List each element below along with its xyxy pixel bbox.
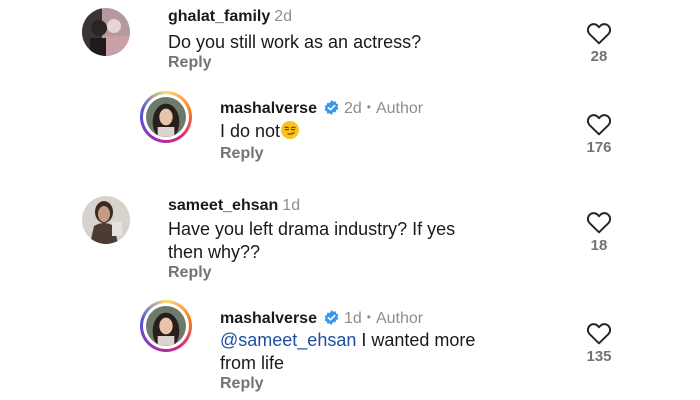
- comment-text-content: I do not: [220, 121, 281, 141]
- reply-button[interactable]: Reply: [220, 374, 264, 394]
- username[interactable]: sameet_ehsan: [168, 197, 278, 214]
- heart-outline-icon[interactable]: [586, 21, 612, 45]
- avatar-photo: [82, 196, 130, 244]
- verified-badge-icon: [324, 100, 339, 115]
- like-count: 176: [586, 139, 612, 156]
- author-badge: Author: [375, 310, 424, 327]
- reply-button[interactable]: Reply: [168, 263, 212, 283]
- like-control: 18: [579, 210, 619, 254]
- separator-dot: •: [366, 100, 371, 114]
- like-count: 28: [590, 48, 608, 65]
- smirking-face-emoji: [281, 121, 300, 139]
- timestamp: 2d: [343, 100, 362, 117]
- comment-text: I do not: [220, 120, 590, 143]
- separator-dot: •: [366, 310, 371, 324]
- comment-text: Have you left drama industry? If yes the…: [168, 218, 538, 264]
- avatar[interactable]: [140, 300, 192, 352]
- comment-meta: mashalverse 1d • Author: [220, 307, 423, 329]
- heart-outline-icon[interactable]: [586, 321, 612, 345]
- comments-thread: ghalat_family 2d Do you still work as an …: [0, 0, 700, 400]
- comment-meta: mashalverse 2d • Author: [220, 97, 423, 119]
- avatar[interactable]: [82, 8, 130, 56]
- comment-text-line: Have you left drama industry? If yes: [168, 219, 456, 239]
- heart-outline-icon[interactable]: [586, 112, 612, 136]
- avatar-photo: [82, 8, 130, 56]
- timestamp: 2d: [274, 8, 293, 25]
- like-count: 18: [590, 237, 608, 254]
- heart-outline-icon[interactable]: [586, 210, 612, 234]
- like-control: 28: [579, 21, 619, 65]
- verified-badge-icon: [324, 310, 339, 325]
- reply-button[interactable]: Reply: [168, 53, 212, 73]
- comment-text-line: then why??: [168, 242, 261, 262]
- reply-button[interactable]: Reply: [220, 144, 264, 164]
- mention-link[interactable]: @sameet_ehsan: [220, 330, 356, 350]
- avatar-photo: [146, 306, 186, 346]
- avatar[interactable]: [82, 196, 130, 244]
- comment-meta: ghalat_family 2d: [168, 7, 292, 27]
- comment-text: @sameet_ehsan I wanted more from life: [220, 329, 590, 375]
- comment-text: Do you still work as an actress?: [168, 32, 422, 52]
- like-control: 135: [579, 321, 619, 365]
- comment-text-content: I wanted more: [356, 330, 476, 350]
- username[interactable]: mashalverse: [220, 100, 317, 117]
- comment-meta: sameet_ehsan 1d: [168, 196, 300, 216]
- timestamp: 1d: [343, 310, 362, 327]
- avatar-photo: [146, 97, 186, 137]
- author-badge: Author: [375, 100, 424, 117]
- like-control: 176: [579, 112, 619, 156]
- timestamp: 1d: [282, 197, 301, 214]
- like-count: 135: [586, 348, 612, 365]
- username[interactable]: ghalat_family: [168, 8, 270, 25]
- avatar[interactable]: [140, 91, 192, 143]
- username[interactable]: mashalverse: [220, 310, 317, 327]
- comment-text-line: from life: [220, 353, 285, 373]
